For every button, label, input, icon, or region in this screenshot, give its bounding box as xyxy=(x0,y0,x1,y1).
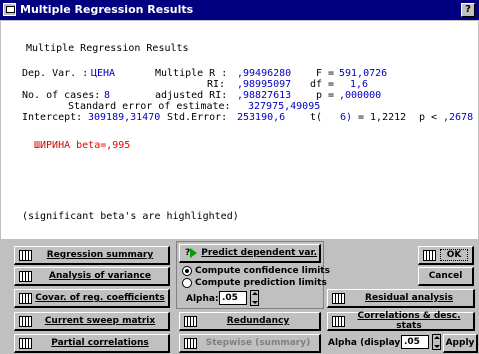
adj-r2-value: ,98827613 xyxy=(237,90,292,101)
apply-button[interactable]: Apply xyxy=(443,334,478,353)
p-value: ,000000 xyxy=(339,90,382,101)
table-icon xyxy=(423,249,436,261)
predict-button[interactable]: ? Predict dependent var. xyxy=(179,244,321,263)
current-sweep-matrix-button[interactable]: Current sweep matrix xyxy=(14,312,170,331)
int-std-err-label: Std.Error: xyxy=(167,112,228,123)
covar-button[interactable]: Covar. of reg. coefficients xyxy=(14,289,170,308)
alpha-display-label: Alpha (display): xyxy=(328,338,409,348)
pt-label: p < xyxy=(419,112,438,123)
table-icon xyxy=(19,249,32,261)
table-icon xyxy=(184,337,197,349)
regression-results-window: Multiple Regression Results ? Multiple R… xyxy=(0,0,479,354)
results-heading: Multiple Regression Results xyxy=(26,43,189,54)
alpha-display-spinner[interactable] xyxy=(432,334,441,350)
mult-r-value: ,99496280 xyxy=(237,68,292,79)
title-bar: Multiple Regression Results ? xyxy=(0,0,479,20)
beta-line: ШИРИНА beta=,995 xyxy=(34,140,131,151)
alpha-display-input[interactable]: .05 xyxy=(401,335,429,349)
dep-var-label: Dep. Var. : xyxy=(22,68,89,79)
alpha-input[interactable]: .05 xyxy=(219,291,247,305)
cases-label: No. of cases: xyxy=(22,90,101,101)
table-icon xyxy=(19,337,32,349)
window-title: Multiple Regression Results xyxy=(20,3,194,16)
ok-button[interactable]: OK xyxy=(418,246,474,265)
alpha-spinner[interactable] xyxy=(250,290,259,306)
table-icon xyxy=(19,315,32,327)
f-value: 591,0726 xyxy=(339,68,388,79)
p-label: p = xyxy=(316,90,335,101)
cancel-button[interactable]: Cancel xyxy=(418,267,474,286)
f-label: F = xyxy=(316,68,335,79)
prediction-limits-radio[interactable]: Compute prediction limits xyxy=(182,278,327,288)
help-button[interactable]: ? xyxy=(461,3,475,17)
results-panel: Multiple Regression Results Dep. Var. : … xyxy=(1,21,478,239)
intercept-value: 309189,31470 xyxy=(88,112,161,123)
regression-summary-button[interactable]: Regression summary xyxy=(14,246,170,265)
highlight-note: (significant beta's are highlighted) xyxy=(22,211,239,222)
pt-value: ,2678 xyxy=(443,112,474,123)
chart-icon xyxy=(332,292,345,304)
alpha-label: Alpha: xyxy=(186,294,219,304)
std-err-value: 327975,49095 xyxy=(248,101,321,112)
window-menu-icon[interactable] xyxy=(3,3,16,16)
arrow-right-icon xyxy=(190,248,198,258)
analysis-of-variance-button[interactable]: Analysis of variance xyxy=(14,267,170,286)
radio-selected-icon xyxy=(182,266,192,276)
radio-empty-icon xyxy=(182,278,192,288)
table-icon xyxy=(19,292,32,304)
table-icon xyxy=(332,315,345,327)
r2-value: ,98995097 xyxy=(237,79,292,90)
adj-r2-label: adjusted RI: xyxy=(155,90,228,101)
redundancy-button[interactable]: Redundancy xyxy=(179,312,321,331)
table-icon xyxy=(184,315,197,327)
r2-label: RI: xyxy=(207,79,226,90)
intercept-label: Intercept: xyxy=(22,112,83,123)
partial-correlations-button[interactable]: Partial correlations xyxy=(14,334,170,353)
table-icon xyxy=(19,270,32,282)
residual-analysis-button[interactable]: Residual analysis xyxy=(327,289,475,308)
df-value: 1,6 xyxy=(350,79,369,90)
t-value: = 1,2212 xyxy=(358,112,407,123)
cases-value: 8 xyxy=(104,90,111,101)
t-df: 6) xyxy=(340,112,353,123)
correlations-stats-button[interactable]: Correlations & desc. stats xyxy=(327,311,475,331)
t-label: t( xyxy=(310,112,323,123)
mult-r-label: Multiple R : xyxy=(155,68,228,79)
dep-var-value: ЦЕНА xyxy=(91,68,116,79)
int-std-err-value: 253190,6 xyxy=(237,112,286,123)
df-label: df = xyxy=(310,79,335,90)
std-err-label: Standard error of estimate: xyxy=(68,101,231,112)
confidence-limits-radio[interactable]: Compute confidence limits xyxy=(182,266,330,276)
stepwise-summary-button[interactable]: Stepwise (summary) xyxy=(179,334,321,353)
